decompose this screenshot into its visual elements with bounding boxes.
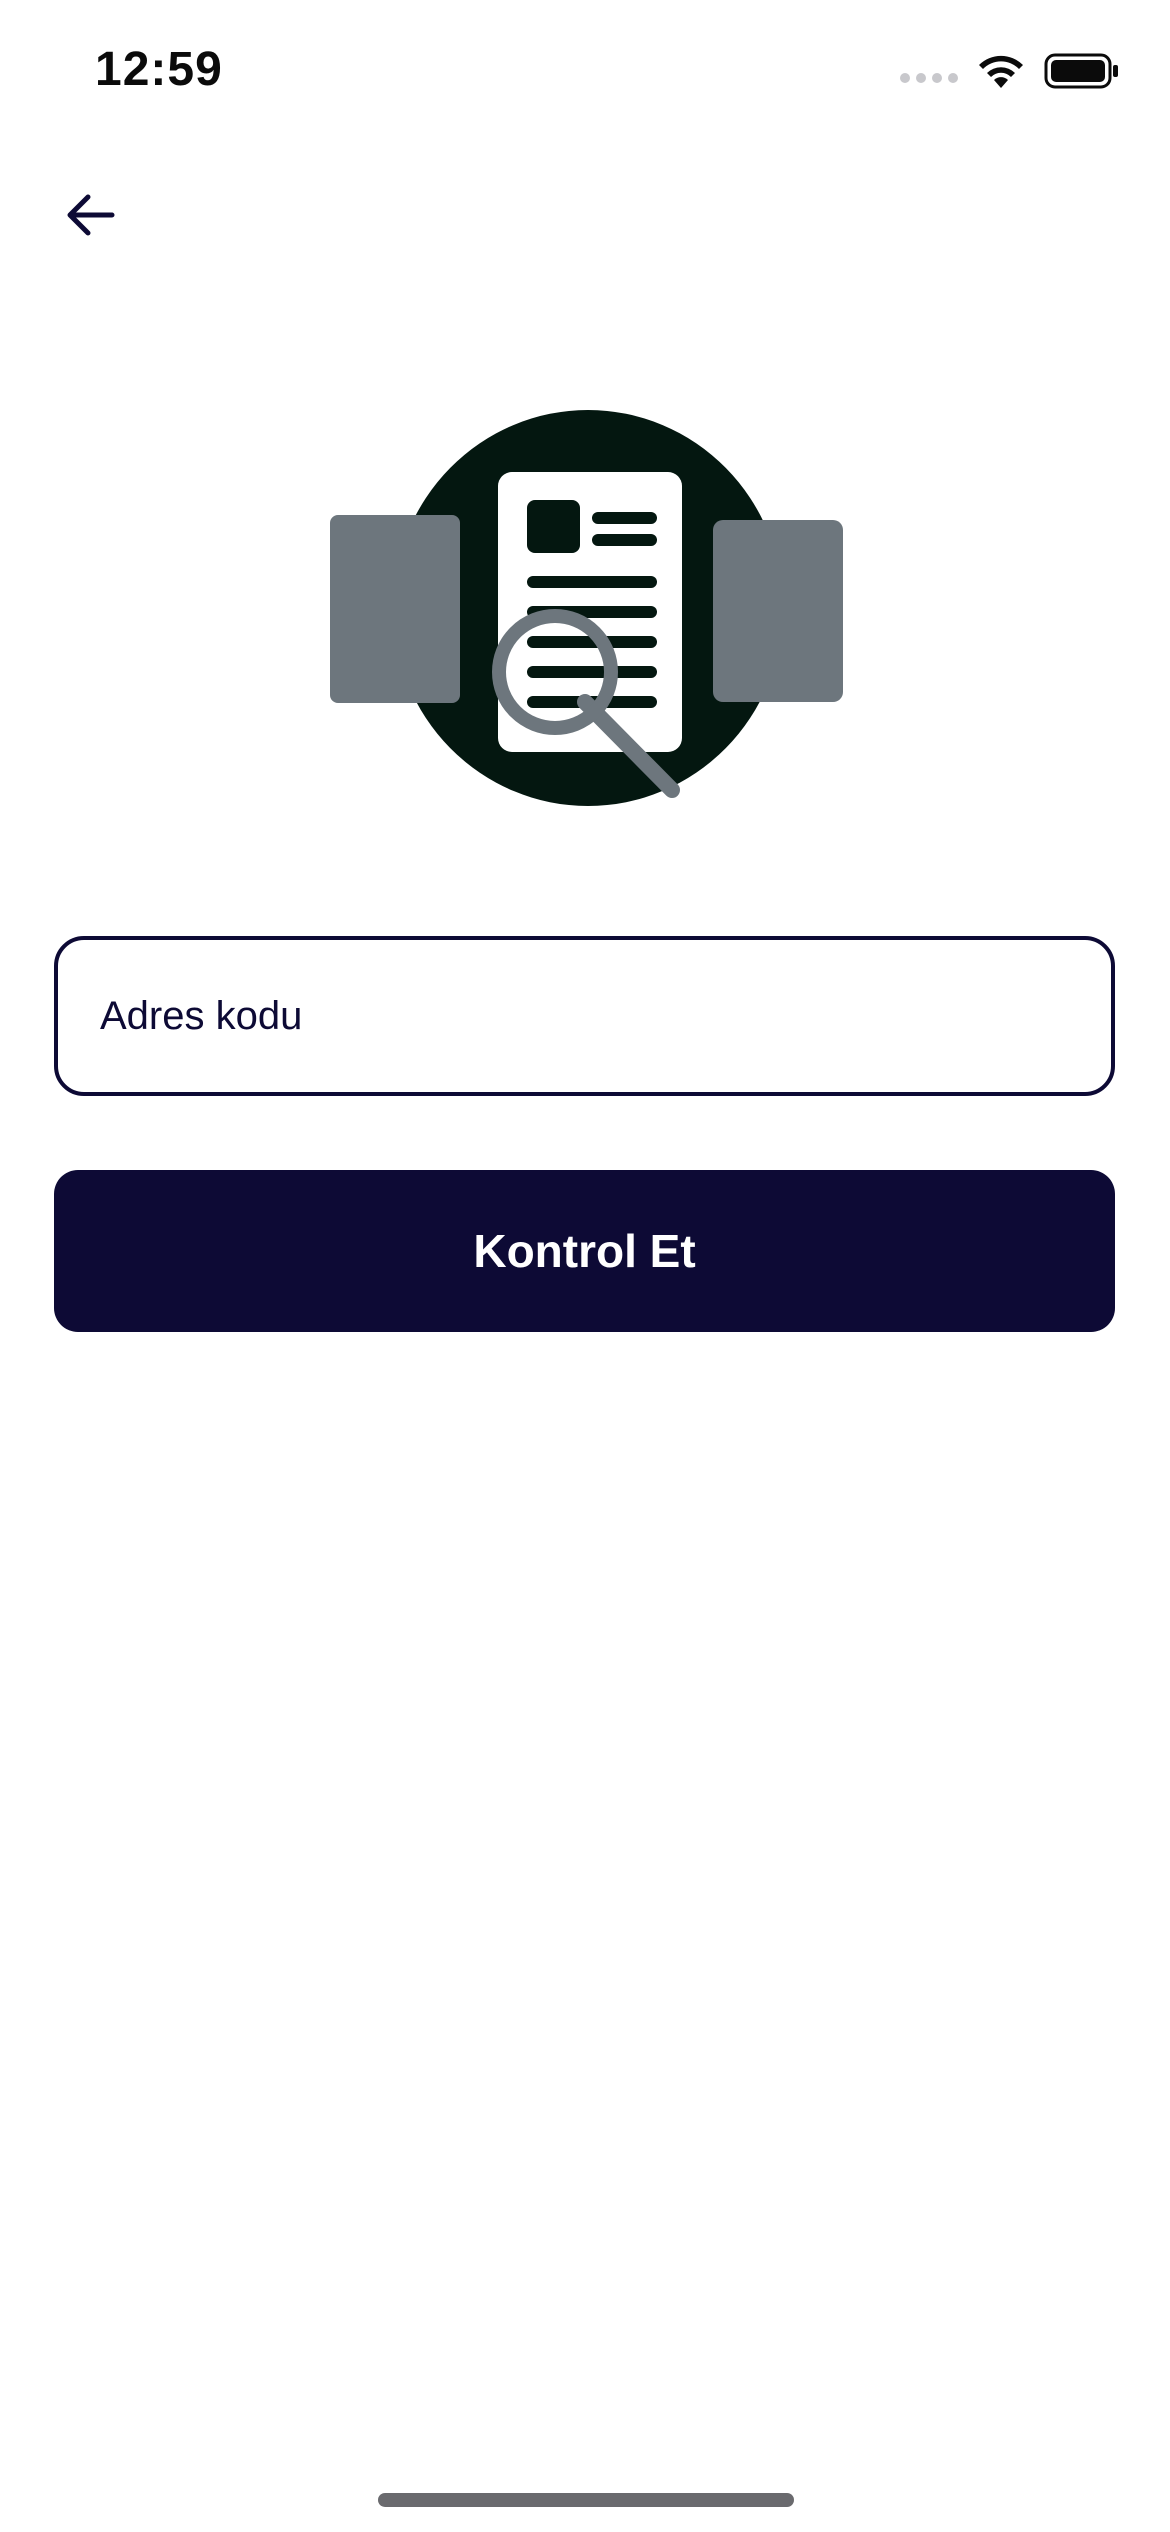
battery-icon: [1044, 53, 1118, 89]
status-time: 12:59: [95, 43, 223, 96]
address-code-input[interactable]: [98, 992, 1111, 1040]
home-indicator[interactable]: [378, 2493, 794, 2507]
status-icons: [900, 52, 1120, 90]
address-code-field[interactable]: [54, 936, 1115, 1096]
cellular-signal-icon: [900, 73, 958, 83]
check-button[interactable]: Kontrol Et: [54, 1170, 1115, 1332]
arrow-left-icon: [67, 194, 115, 236]
wifi-icon: [979, 55, 1023, 88]
status-bar: 12:59: [0, 0, 1170, 150]
document-search-illustration: [330, 410, 843, 806]
back-button[interactable]: [55, 180, 125, 250]
